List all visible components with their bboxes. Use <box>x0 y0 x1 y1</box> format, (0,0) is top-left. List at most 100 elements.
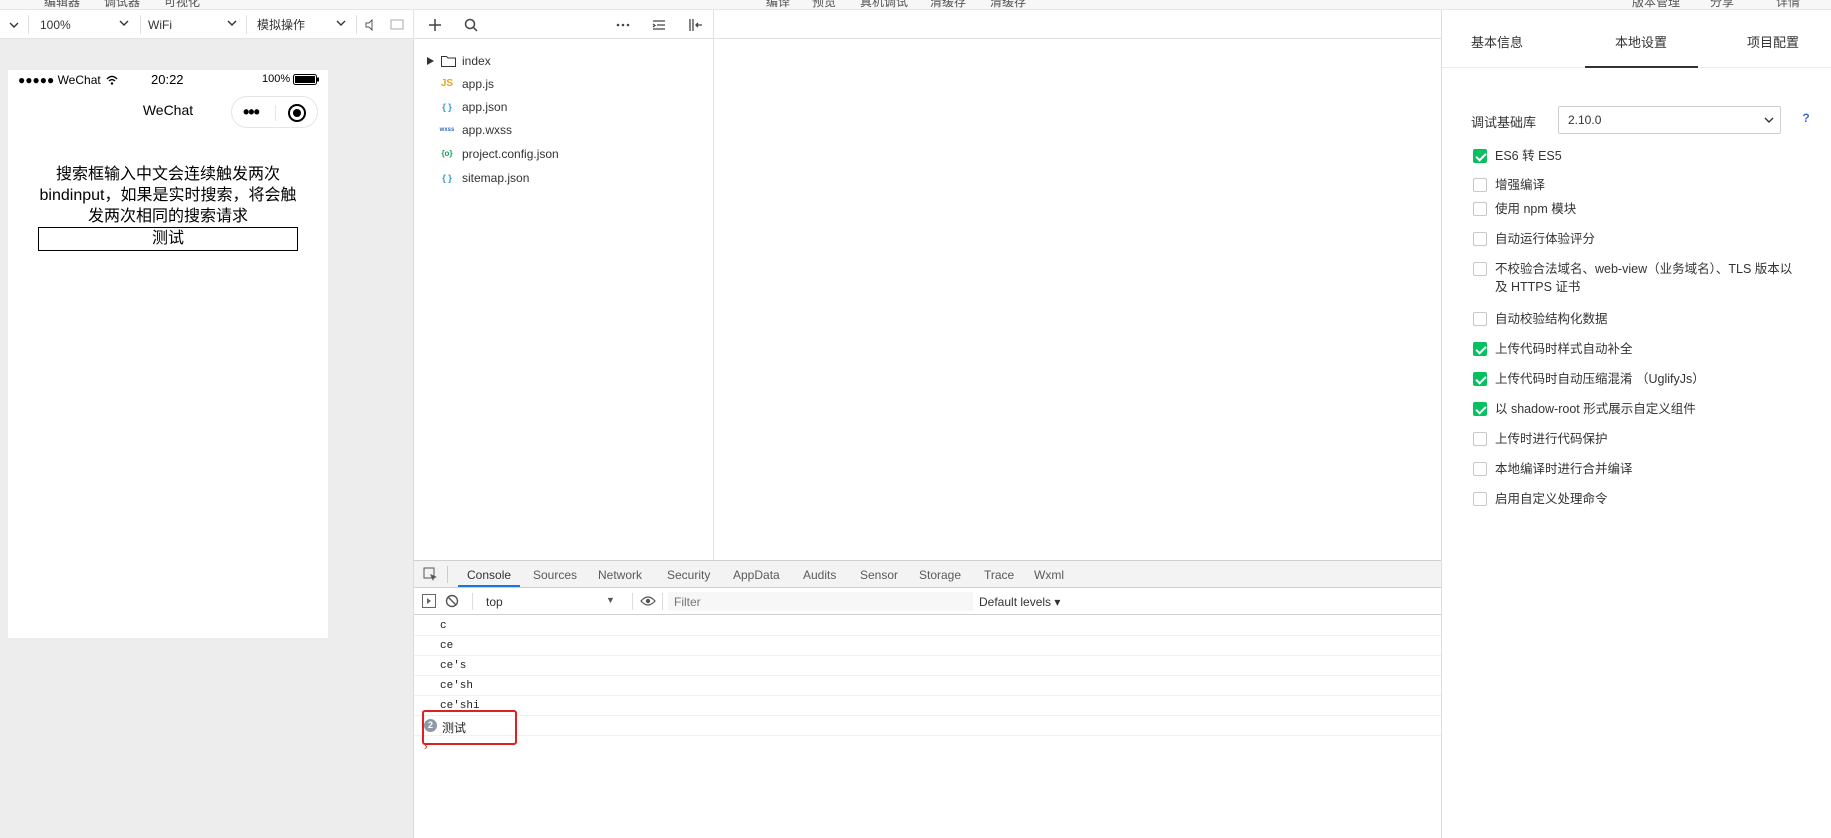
console-message: c <box>414 616 1441 636</box>
option-label: 以 shadow-root 形式展示自定义组件 <box>1495 402 1696 416</box>
console-text: ce'sh <box>440 680 474 692</box>
tree-item-app-wxss[interactable]: wxss app.wxss <box>414 120 714 140</box>
option-label: 使用 npm 模块 <box>1495 202 1577 216</box>
file-name: sitemap.json <box>462 171 530 185</box>
context-select[interactable]: top <box>486 595 503 609</box>
tree-item-project-config[interactable]: {o} project.config.json <box>414 144 714 164</box>
tab-project-config[interactable]: 项目配置 <box>1718 32 1828 51</box>
checkbox[interactable] <box>1473 262 1487 276</box>
search-icon[interactable] <box>462 16 480 34</box>
checkbox[interactable] <box>1473 402 1487 416</box>
tab-audits[interactable]: Audits <box>803 568 836 582</box>
network-select[interactable]: WiFi <box>148 15 238 34</box>
tab-appdata[interactable]: AppData <box>733 568 780 582</box>
help-icon[interactable]: ? <box>1799 111 1813 125</box>
tab-console[interactable]: Console <box>467 568 511 582</box>
add-icon[interactable] <box>426 16 444 34</box>
menu-item[interactable]: 可视化 <box>164 0 200 9</box>
option-label: 上传代码时自动压缩混淆 （UglifyJs） <box>1495 372 1705 386</box>
console-message-repeated: 2 测试 <box>414 716 1441 736</box>
tab-local-settings[interactable]: 本地设置 <box>1586 32 1696 51</box>
chevron-down-icon[interactable] <box>9 20 19 30</box>
more-icon[interactable] <box>614 16 632 34</box>
tab-sources[interactable]: Sources <box>533 568 577 582</box>
tab-wxml[interactable]: Wxml <box>1034 568 1064 582</box>
chevron-down-icon <box>119 20 129 26</box>
menu-item[interactable]: 调试器 <box>104 0 140 9</box>
context-dropdown-icon[interactable]: ▼ <box>606 595 615 605</box>
checkbox[interactable] <box>1473 312 1487 326</box>
debug-lib-label: 调试基础库 <box>1471 115 1537 130</box>
volume-icon[interactable] <box>364 19 376 31</box>
debug-lib-value: 2.10.0 <box>1568 113 1602 127</box>
log-levels-select[interactable]: Default levels ▾ <box>979 595 1060 609</box>
console-message: ce'shi <box>414 696 1441 716</box>
debug-lib-select[interactable]: 2.10.0 <box>1558 106 1781 134</box>
collapse-icon[interactable] <box>650 16 668 34</box>
menu-item[interactable]: 真机调试 <box>860 0 908 9</box>
chevron-down-icon <box>1764 117 1774 123</box>
json-file-icon: { } <box>442 102 452 112</box>
menu-item[interactable]: 版本管理 <box>1632 0 1680 9</box>
console-text: ce's <box>440 660 467 672</box>
console-text: ce <box>440 640 454 652</box>
simulator-panel: ●●●●● WeChat 20:22 100% WeChat ••• 搜索框输入… <box>0 39 414 838</box>
chevron-down-icon <box>227 20 237 26</box>
tab-storage[interactable]: Storage <box>919 568 961 582</box>
devtools-window: 编辑器 调试器 可视化 编译 预览 真机调试 清缓存 清缓存 版本管理 分享 详… <box>0 0 1831 838</box>
console-prompt[interactable]: › <box>424 741 428 753</box>
checkbox[interactable] <box>1473 372 1487 386</box>
menu-item[interactable]: 分享 <box>1710 0 1734 9</box>
sidebar-toggle-icon[interactable] <box>422 594 436 608</box>
test-button[interactable]: 测试 <box>38 227 298 251</box>
tab-trace[interactable]: Trace <box>984 568 1014 582</box>
tab-security[interactable]: Security <box>667 568 710 582</box>
eye-icon[interactable] <box>640 595 656 607</box>
config-file-icon: {o} <box>441 149 453 158</box>
checkbox[interactable] <box>1473 342 1487 356</box>
explorer-toolbar <box>414 10 714 39</box>
more-icon[interactable]: ••• <box>243 102 260 123</box>
split-icon[interactable] <box>686 16 704 34</box>
option-label: 启用自定义处理命令 <box>1495 492 1608 506</box>
active-tab-indicator <box>458 585 520 587</box>
screen-icon[interactable] <box>390 19 404 31</box>
caret-right-icon[interactable] <box>427 57 434 65</box>
console-filter-input[interactable]: Filter <box>668 592 973 611</box>
zoom-select[interactable]: 100% <box>40 15 130 34</box>
menu-item[interactable]: 清缓存 <box>930 0 966 9</box>
file-explorer: index JS app.js { } app.json wxss app.wx… <box>414 39 714 560</box>
simulator-toolbar: 100% WiFi 模拟操作 <box>0 10 414 39</box>
operation-select[interactable]: 模拟操作 <box>257 15 347 34</box>
checkbox[interactable] <box>1473 178 1487 192</box>
checkbox[interactable] <box>1473 492 1487 506</box>
tree-item-index[interactable]: index <box>414 51 714 71</box>
capsule-menu: ••• <box>231 96 318 128</box>
tab-sensor[interactable]: Sensor <box>860 568 898 582</box>
tab-network[interactable]: Network <box>598 568 642 582</box>
menu-item[interactable]: 清缓存 <box>990 0 1026 9</box>
tab-basic-info[interactable]: 基本信息 <box>1442 32 1552 51</box>
checkbox[interactable] <box>1473 462 1487 476</box>
tree-item-app-js[interactable]: JS app.js <box>414 74 714 94</box>
menu-item[interactable]: 编译 <box>766 0 790 9</box>
option-label: 自动校验结构化数据 <box>1495 312 1608 326</box>
menu-item[interactable]: 详情 <box>1776 0 1800 9</box>
checkbox[interactable] <box>1473 149 1487 163</box>
file-name: app.wxss <box>462 123 513 137</box>
checkbox[interactable] <box>1473 202 1487 216</box>
checkbox[interactable] <box>1473 232 1487 246</box>
battery-percent: 100% <box>262 73 291 85</box>
console-toolbar: top ▼ Filter Default levels ▾ <box>414 588 1441 615</box>
inspect-element-icon[interactable] <box>423 567 438 582</box>
tree-item-app-json[interactable]: { } app.json <box>414 97 714 117</box>
close-target-icon[interactable] <box>288 104 306 122</box>
menu-item[interactable]: 编辑器 <box>44 0 80 9</box>
zoom-value: 100% <box>40 17 71 32</box>
menu-item[interactable]: 预览 <box>812 0 836 9</box>
tree-item-sitemap[interactable]: { } sitemap.json <box>414 168 714 188</box>
clear-console-icon[interactable] <box>445 594 459 608</box>
file-name: app.json <box>462 100 508 114</box>
chevron-down-icon <box>336 20 346 26</box>
checkbox[interactable] <box>1473 432 1487 446</box>
